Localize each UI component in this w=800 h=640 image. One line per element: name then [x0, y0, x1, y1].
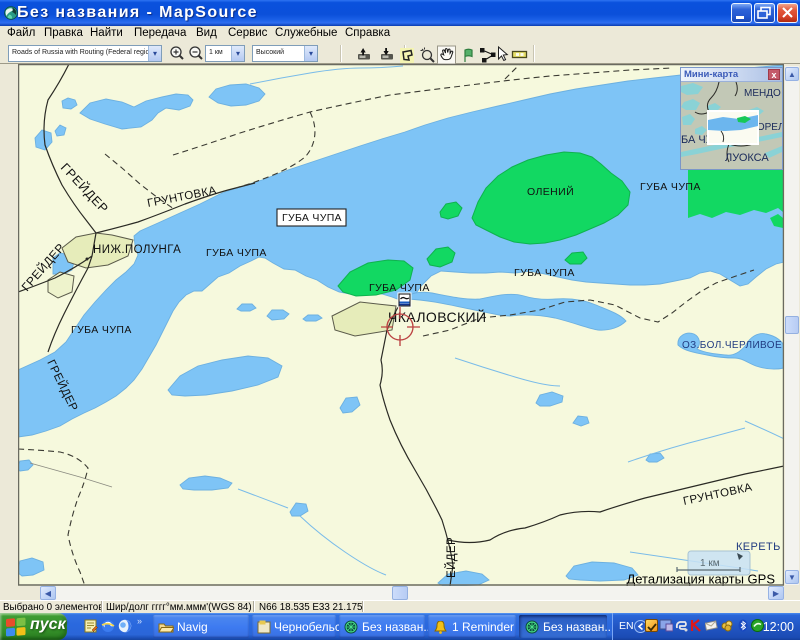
svg-text:ГУБА ЧУПА: ГУБА ЧУПА	[369, 282, 430, 294]
svg-text:ОЗ.БОЛ.ЧЕРЛИВОЕ: ОЗ.БОЛ.ЧЕРЛИВОЕ	[682, 340, 782, 351]
svg-text:ЧКАЛОВСКИЙ: ЧКАЛОВСКИЙ	[388, 308, 486, 325]
svg-text:ГУБА ЧУПА: ГУБА ЧУПА	[640, 181, 701, 193]
svg-text:НИЖ.ПОЛУНГА: НИЖ.ПОЛУНГА	[93, 244, 181, 256]
svg-text:МЕНДО: МЕНДО	[744, 88, 781, 99]
svg-text:ЕЙДЕР: ЕЙДЕР	[445, 537, 458, 578]
svg-text:ОЛЕНИЙ: ОЛЕНИЙ	[527, 185, 574, 198]
svg-text:ГУБА ЧУПА: ГУБА ЧУПА	[71, 324, 132, 336]
svg-text:Детализация карты GPS: Детализация карты GPS	[626, 572, 775, 587]
svg-text:ГУБА ЧУПА: ГУБА ЧУПА	[514, 267, 575, 279]
svg-text:ГУБА ЧУПА: ГУБА ЧУПА	[282, 212, 342, 224]
svg-text:ЛУОКСА: ЛУОКСА	[725, 152, 769, 164]
svg-text:1 км: 1 км	[700, 558, 720, 569]
svg-text:ГУБА ЧУПА: ГУБА ЧУПА	[206, 247, 267, 259]
